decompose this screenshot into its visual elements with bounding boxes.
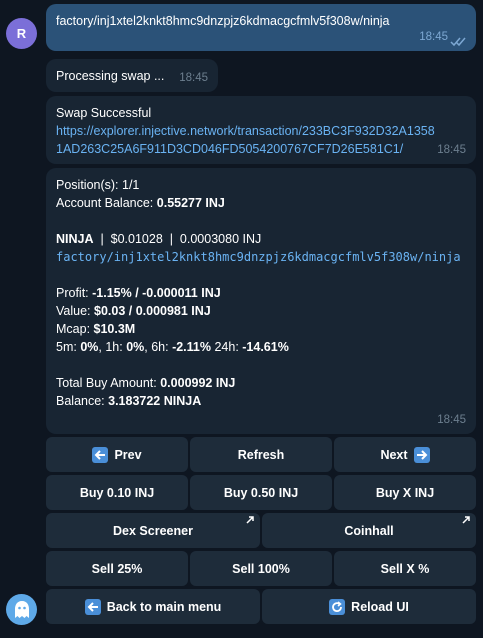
back-to-main-menu-label: Back to main menu bbox=[106, 599, 222, 614]
value-label: Value: bbox=[56, 304, 94, 318]
buy-0-10-inj-label: Buy 0.10 INJ bbox=[79, 485, 155, 500]
refresh-button-label: Refresh bbox=[237, 447, 285, 462]
token-balance-label: Balance: bbox=[56, 394, 109, 408]
back-to-main-menu-button[interactable]: Back to main menu bbox=[46, 589, 260, 624]
sell-25-label: Sell 25% bbox=[91, 561, 143, 576]
swap-success-message[interactable]: Swap Successful https://explorer.injecti… bbox=[46, 96, 476, 164]
processing-message[interactable]: Processing swap ... 18:45 bbox=[46, 59, 218, 92]
buy-x-inj-button[interactable]: Buy X INJ bbox=[334, 475, 476, 510]
outgoing-message-time: 18:45 bbox=[419, 31, 448, 43]
total-buy-row: Total Buy Amount: 0.000992 INJ bbox=[56, 374, 466, 392]
change-24h-value: -14.61% bbox=[242, 340, 289, 354]
account-balance-label: Account Balance: bbox=[56, 196, 157, 210]
user-avatar-letter: R bbox=[16, 26, 27, 41]
left-arrow-emoji-icon bbox=[92, 446, 109, 463]
mcap-value: $10.3M bbox=[93, 322, 136, 336]
profit-value: -1.15% / -0.000011 INJ bbox=[92, 286, 221, 300]
change-6h-label: , 6h: bbox=[144, 340, 173, 354]
price-changes-row: 5m: 0%, 1h: 0%, 6h: -2.11% 24h: -14.61% bbox=[56, 338, 466, 356]
reload-ui-button[interactable]: Reload UI bbox=[262, 589, 476, 624]
swap-success-title: Swap Successful bbox=[56, 106, 152, 120]
account-balance-value: 0.55277 INJ bbox=[156, 196, 225, 210]
buy-x-inj-label: Buy X INJ bbox=[375, 485, 435, 500]
sell-25-button[interactable]: Sell 25% bbox=[46, 551, 188, 586]
change-1h-value: 0% bbox=[126, 340, 145, 354]
token-prices: | $0.01028 | 0.0003080 INJ bbox=[93, 232, 262, 246]
change-24h-label: 24h: bbox=[210, 340, 243, 354]
coinhall-label: Coinhall bbox=[344, 523, 394, 538]
external-link-arrow-icon bbox=[462, 516, 470, 524]
right-arrow-emoji-icon bbox=[413, 446, 430, 463]
sell-x-label: Sell X % bbox=[380, 561, 430, 576]
swap-success-time: 18:45 bbox=[437, 144, 466, 156]
positions-count: Position(s): 1/1 bbox=[56, 178, 140, 192]
account-balance: Account Balance: 0.55277 INJ bbox=[56, 194, 466, 212]
position-info-message[interactable]: Position(s): 1/1 Account Balance: 0.5527… bbox=[46, 168, 476, 434]
user-avatar[interactable]: R bbox=[6, 18, 37, 49]
buy-0-50-inj-label: Buy 0.50 INJ bbox=[223, 485, 299, 500]
token-name: NINJA bbox=[56, 232, 94, 246]
next-button-label: Next bbox=[380, 447, 408, 462]
dex-screener-label: Dex Screener bbox=[113, 523, 193, 538]
sell-100-button[interactable]: Sell 100% bbox=[190, 551, 332, 586]
profit-row: Profit: -1.15% / -0.000011 INJ bbox=[56, 284, 466, 302]
transaction-link[interactable]: https://explorer.injective.network/trans… bbox=[56, 122, 466, 158]
reload-emoji-icon bbox=[329, 598, 346, 615]
coinhall-button[interactable]: Coinhall bbox=[262, 513, 476, 548]
mcap-label: Mcap: bbox=[56, 322, 94, 336]
token-balance-value: 3.183722 NINJA bbox=[108, 394, 202, 408]
change-6h-value: -2.11% bbox=[172, 340, 211, 354]
prev-button-label: Prev bbox=[114, 447, 142, 462]
total-buy-label: Total Buy Amount: bbox=[56, 376, 161, 390]
token-balance-row: Balance: 3.183722 NINJA bbox=[56, 392, 466, 410]
mcap-row: Mcap: $10.3M bbox=[56, 320, 466, 338]
dex-screener-button[interactable]: Dex Screener bbox=[46, 513, 260, 548]
outgoing-message[interactable]: factory/inj1xtel2knkt8hmc9dnzpjz6kdmacgc… bbox=[46, 4, 476, 51]
token-header: NINJA | $0.01028 | 0.0003080 INJ bbox=[56, 230, 466, 248]
external-link-arrow-icon bbox=[246, 516, 254, 524]
refresh-button[interactable]: Refresh bbox=[190, 437, 332, 472]
position-info-time: 18:45 bbox=[437, 414, 466, 426]
sell-x-button[interactable]: Sell X % bbox=[334, 551, 476, 586]
next-button[interactable]: Next bbox=[334, 437, 476, 472]
token-denom[interactable]: factory/inj1xtel2knkt8hmc9dnzpjz6kdmacgc… bbox=[56, 248, 466, 266]
left-arrow-emoji-icon bbox=[84, 598, 101, 615]
double-check-icon bbox=[450, 37, 466, 47]
profit-label: Profit: bbox=[56, 286, 93, 300]
prev-button[interactable]: Prev bbox=[46, 437, 188, 472]
sell-100-label: Sell 100% bbox=[232, 561, 290, 576]
ghost-icon bbox=[14, 600, 29, 618]
change-5m-label: 5m: bbox=[56, 340, 81, 354]
processing-message-time: 18:45 bbox=[179, 72, 208, 84]
reload-ui-label: Reload UI bbox=[351, 599, 409, 614]
buy-0-10-inj-button[interactable]: Buy 0.10 INJ bbox=[46, 475, 188, 510]
value-value: $0.03 / 0.000981 INJ bbox=[94, 304, 211, 318]
buy-0-50-inj-button[interactable]: Buy 0.50 INJ bbox=[190, 475, 332, 510]
change-1h-label: , 1h: bbox=[98, 340, 127, 354]
total-buy-value: 0.000992 INJ bbox=[160, 376, 236, 390]
change-5m-value: 0% bbox=[80, 340, 99, 354]
processing-message-text: Processing swap ... bbox=[56, 69, 165, 83]
outgoing-message-text: factory/inj1xtel2knkt8hmc9dnzpjz6kdmacgc… bbox=[56, 14, 390, 28]
bot-avatar[interactable] bbox=[6, 594, 37, 625]
value-row: Value: $0.03 / 0.000981 INJ bbox=[56, 302, 466, 320]
